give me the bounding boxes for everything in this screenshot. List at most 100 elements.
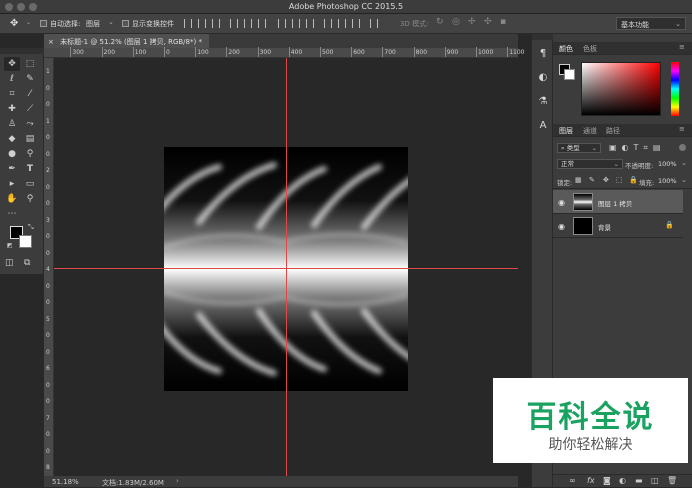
auto-select-dropdown[interactable]: 图层 xyxy=(86,19,100,29)
delete-layer-icon[interactable]: 🗑 xyxy=(667,476,677,485)
type-tool-icon[interactable]: T xyxy=(22,162,38,176)
history-brush-tool-icon[interactable]: ⤳ xyxy=(22,117,38,131)
layer-row[interactable]: ◉ 背景 🔒 xyxy=(553,214,683,238)
status-menu-arrow-icon[interactable]: › xyxy=(176,477,179,485)
pen-tool-icon[interactable]: ✒ xyxy=(4,162,20,176)
layer-name[interactable]: 图层 1 拷贝 xyxy=(598,198,632,208)
quick-select-tool-icon[interactable]: ✎ xyxy=(22,72,38,86)
move-tool-icon[interactable]: ✥ xyxy=(10,18,18,29)
workspace-switcher[interactable]: 基本功能 ⌄ xyxy=(616,17,686,30)
strip-header[interactable] xyxy=(532,34,554,40)
eye-icon[interactable]: ◉ xyxy=(558,198,565,207)
tools-panel-header[interactable] xyxy=(0,48,44,54)
eyedropper-tool-icon[interactable]: ⁄ xyxy=(22,87,38,101)
layer-filter-icons[interactable]: ▣◐T⌗▤ xyxy=(609,143,666,153)
hue-slider[interactable] xyxy=(671,62,679,116)
align-vcenter-icon[interactable] xyxy=(198,19,206,28)
close-tab-icon[interactable]: × xyxy=(48,38,54,46)
distribute-top-icon[interactable] xyxy=(278,19,286,28)
lock-all-icon[interactable]: 🔒 xyxy=(629,176,638,184)
crop-tool-icon[interactable]: ⌗ xyxy=(4,87,20,101)
3d-scale-icon[interactable]: ▪ xyxy=(500,17,506,27)
layer-row[interactable]: ◉ 图层 1 拷贝 xyxy=(553,190,683,214)
new-layer-icon[interactable]: ◫ xyxy=(651,476,659,485)
link-layers-icon[interactable]: ∞ xyxy=(569,476,576,485)
document-tab[interactable]: × 未标题-1 @ 51.2% (图层 1 拷贝, RGB/8*) * xyxy=(44,34,209,48)
tab-layers[interactable]: 图层 xyxy=(559,126,573,136)
align-bottom-icon[interactable] xyxy=(212,19,220,28)
healing-brush-tool-icon[interactable]: ✚ xyxy=(4,102,20,116)
brush-tool-icon[interactable]: ⟋ xyxy=(22,102,38,116)
align-hcenter-icon[interactable] xyxy=(244,19,252,28)
distribute-right-icon[interactable] xyxy=(352,19,360,28)
opacity-value[interactable]: 100% xyxy=(658,160,677,168)
blur-tool-icon[interactable]: ● xyxy=(4,147,20,161)
3d-pan-icon[interactable]: ✢ xyxy=(468,17,476,27)
add-mask-icon[interactable]: ◙ xyxy=(603,476,611,485)
vertical-ruler[interactable]: 1 0 0 1 0 0 2 0 0 3 0 0 4 0 0 5 0 0 6 0 0 7 0 0 8 xyxy=(44,58,54,476)
horizontal-ruler[interactable]: 300 200 100 0 100 200 300 400 500 600 700 800 900 100… xyxy=(44,47,524,58)
auto-select-checkbox[interactable] xyxy=(40,20,47,27)
distribute-bottom-icon[interactable] xyxy=(306,19,314,28)
fill-value[interactable]: 100% xyxy=(658,177,677,185)
background-color-swatch[interactable] xyxy=(19,235,32,248)
marquee-tool-icon[interactable]: ⬚ xyxy=(22,57,38,71)
hand-tool-icon[interactable]: ✋ xyxy=(4,192,20,206)
chevron-down-icon[interactable]: ⌄ xyxy=(26,19,31,26)
lock-pixels-icon[interactable]: ✎ xyxy=(589,176,595,184)
rectangle-tool-icon[interactable]: ▭ xyxy=(22,177,38,191)
swap-colors-icon[interactable]: ⤡ xyxy=(28,223,34,232)
zoom-level[interactable]: 51.18% xyxy=(52,478,79,486)
color-field[interactable] xyxy=(581,62,661,116)
tab-swatches[interactable]: 色板 xyxy=(583,44,597,54)
vertical-guide[interactable] xyxy=(286,58,287,476)
tool-presets-icon[interactable]: ⚗ xyxy=(537,96,549,108)
lock-artboard-icon[interactable]: ⬚ xyxy=(616,176,623,184)
new-group-icon[interactable]: ▬ xyxy=(635,476,643,485)
align-right-icon[interactable] xyxy=(258,19,266,28)
paragraph-panel-icon[interactable]: ¶ xyxy=(537,48,549,60)
quick-mask-icon[interactable]: ◫ xyxy=(5,258,14,268)
distribute-vcenter-icon[interactable] xyxy=(292,19,300,28)
distribute-left-icon[interactable] xyxy=(324,19,332,28)
adjustment-layer-icon[interactable]: ◐ xyxy=(619,476,626,485)
path-select-tool-icon[interactable]: ▸ xyxy=(4,177,20,191)
auto-align-icon[interactable] xyxy=(370,19,378,28)
eye-icon[interactable]: ◉ xyxy=(558,222,565,231)
adjustments-panel-icon[interactable]: ◐ xyxy=(537,72,549,84)
blend-mode-select[interactable]: 正常 ⌄ xyxy=(557,159,623,169)
tab-channels[interactable]: 通道 xyxy=(583,126,597,136)
filter-toggle-icon[interactable] xyxy=(679,144,686,151)
character-panel-icon[interactable]: A xyxy=(537,120,549,132)
horizontal-guide[interactable] xyxy=(54,268,518,269)
screen-mode-icon[interactable]: ⧉ xyxy=(24,258,30,268)
gradient-tool-icon[interactable]: ▤ xyxy=(22,132,38,146)
zoom-tool-icon[interactable]: ⚲ xyxy=(22,192,38,206)
default-colors-icon[interactable]: ◩ xyxy=(7,242,13,249)
chevron-down-icon[interactable]: ⌄ xyxy=(108,18,114,26)
dodge-tool-icon[interactable]: ⚲ xyxy=(22,147,38,161)
3d-rotate-icon[interactable]: ↻ xyxy=(436,17,444,27)
more-tools-icon[interactable]: ⋯ xyxy=(4,207,20,221)
show-transform-checkbox[interactable] xyxy=(122,20,129,27)
layer-name[interactable]: 背景 xyxy=(598,222,611,232)
clone-stamp-tool-icon[interactable]: ♙ xyxy=(4,117,20,131)
chevron-down-icon[interactable]: ⌄ xyxy=(681,159,687,167)
chevron-down-icon[interactable]: ⌄ xyxy=(681,176,687,184)
lock-position-icon[interactable]: ✥ xyxy=(603,176,609,184)
panel-menu-icon[interactable]: ≡ xyxy=(679,43,685,51)
3d-roll-icon[interactable]: ◎ xyxy=(452,17,460,27)
panel-background-swatch[interactable] xyxy=(564,69,575,80)
distribute-hcenter-icon[interactable] xyxy=(338,19,346,28)
align-top-icon[interactable] xyxy=(184,19,192,28)
align-left-icon[interactable] xyxy=(230,19,238,28)
tab-color[interactable]: 颜色 xyxy=(559,44,573,54)
panel-menu-icon[interactable]: ≡ xyxy=(679,125,685,133)
lock-transparent-icon[interactable]: ▦ xyxy=(575,176,582,184)
tab-paths[interactable]: 路径 xyxy=(606,126,620,136)
eraser-tool-icon[interactable]: ◆ xyxy=(4,132,20,146)
layer-kind-filter[interactable]: ⌕ 类型 ⌄ xyxy=(557,143,601,153)
layer-style-icon[interactable]: fx xyxy=(587,476,595,485)
3d-slide-icon[interactable]: ✣ xyxy=(484,17,492,27)
move-tool-icon[interactable]: ✥ xyxy=(4,57,20,71)
